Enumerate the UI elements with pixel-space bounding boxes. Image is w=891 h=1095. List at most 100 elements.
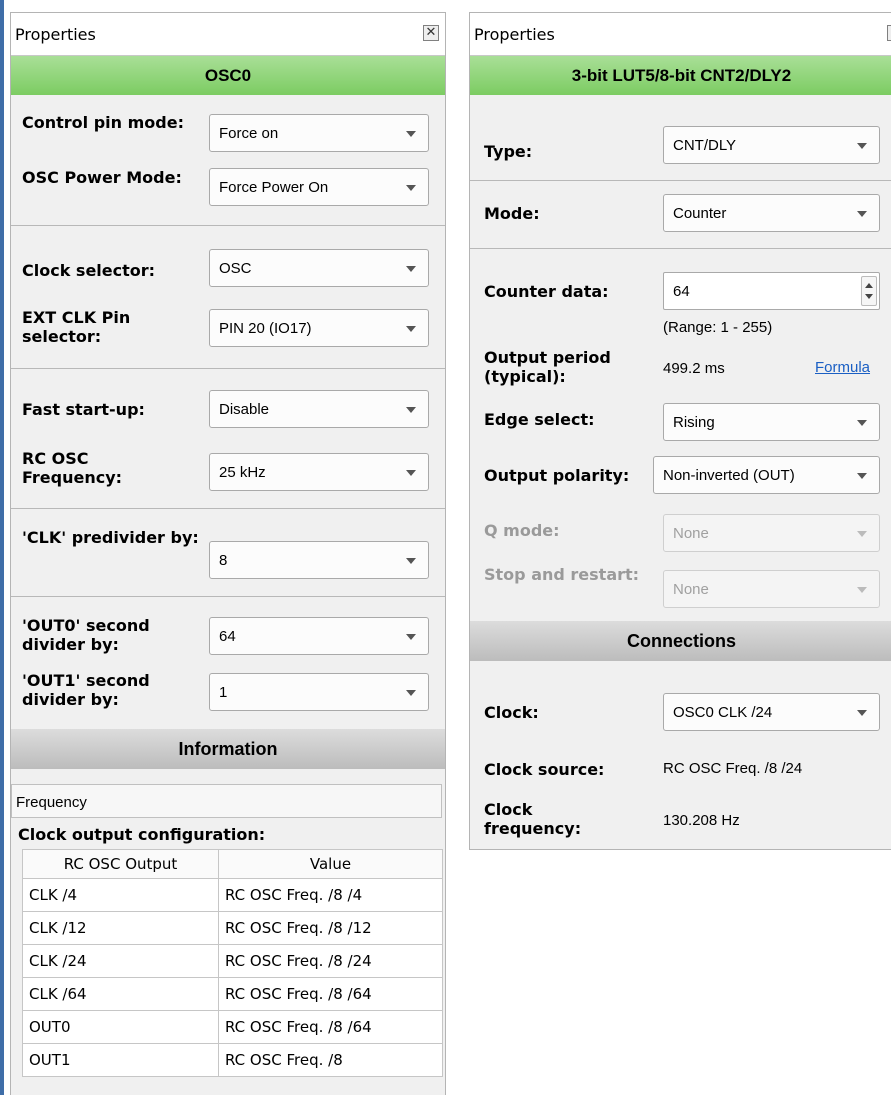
clock-frequency-value: 130.208 Hz [663,812,740,829]
out1-divider-dropdown[interactable]: 1 [209,673,429,711]
table-cell: RC OSC Freq. /8 /24 [218,944,443,978]
dropdown-value: Non-inverted (OUT) [663,467,795,484]
table-cell: OUT1 [22,1043,219,1077]
output-period-value: 499.2 ms [663,360,725,377]
table-cell: RC OSC Freq. /8 [218,1043,443,1077]
section-divider [11,596,445,597]
dropdown-value: Disable [219,401,270,418]
control-pin-mode-label: Control pin mode: [22,113,184,132]
chevron-down-icon[interactable] [865,294,873,299]
out0-divider-label: 'OUT0' second divider by: [22,616,150,654]
counter-data-label: Counter data: [484,282,609,301]
clock-label: Clock: [484,703,539,722]
rc-osc-frequency-dropdown[interactable]: 25 kHz [209,453,429,491]
dropdown-value: Force on [219,125,279,142]
dropdown-value: None [673,525,709,542]
q-mode-label: Q mode: [484,521,560,540]
dropdown-value: Counter [673,205,727,222]
output-period-label: Output period (typical): [484,348,611,386]
table-cell: CLK /12 [22,911,219,945]
q-mode-dropdown: None [663,514,880,552]
type-dropdown[interactable]: CNT/DLY [663,126,880,164]
fast-startup-dropdown[interactable]: Disable [209,390,429,428]
mode-dropdown[interactable]: Counter [663,194,880,232]
control-pin-mode-dropdown[interactable]: Force on [209,114,429,152]
chevron-down-icon [406,558,416,564]
chevron-down-icon [406,266,416,272]
clk-predivider-label: 'CLK' predivider by: [22,528,199,547]
out1-divider-label: 'OUT1' second divider by: [22,671,150,709]
stepper-value: 64 [673,283,690,300]
formula-link[interactable]: Formula [815,359,870,376]
clock-selector-label: Clock selector: [22,261,156,280]
table-cell: RC OSC Freq. /8 /12 [218,911,443,945]
table-cell: RC OSC Freq. /8 /4 [218,878,443,912]
table-row: CLK /64 RC OSC Freq. /8 /64 [22,977,443,1011]
chevron-up-icon[interactable] [865,283,873,288]
edge-select-label: Edge select: [484,410,595,429]
table-cell: CLK /24 [22,944,219,978]
window-edge [0,0,4,1095]
dropdown-value: 25 kHz [219,464,266,481]
clock-selector-dropdown[interactable]: OSC [209,249,429,287]
edge-select-dropdown[interactable]: Rising [663,403,880,441]
counter-data-stepper[interactable]: 64 [663,272,880,310]
chevron-down-icon [406,634,416,640]
table-cell: RC OSC Freq. /8 /64 [218,977,443,1011]
output-polarity-label: Output polarity: [484,466,630,485]
table-header-cell: RC OSC Output [22,849,219,879]
panel-title-bar: Properties ✕ [470,13,891,56]
section-divider [11,368,445,369]
clock-source-value: RC OSC Freq. /8 /24 [663,760,803,777]
dropdown-value: 1 [219,684,228,701]
stop-restart-dropdown: None [663,570,880,608]
clk-predivider-dropdown[interactable]: 8 [209,541,429,579]
dropdown-value: OSC [219,260,252,277]
clock-output-table: RC OSC Output Value CLK /4 RC OSC Freq. … [22,849,443,1077]
dropdown-value: Rising [673,414,715,431]
clock-output-config-title: Clock output configuration: [18,825,266,844]
chevron-down-icon [857,420,867,426]
stop-restart-label: Stop and restart: [484,565,640,584]
chevron-down-icon [406,185,416,191]
panel-title: Properties [474,25,555,44]
block-header: OSC0 [11,56,445,95]
table-cell: RC OSC Freq. /8 /64 [218,1010,443,1044]
chevron-down-icon [857,473,867,479]
cnt-dly-properties-panel: Properties ✕ 3-bit LUT5/8-bit CNT2/DLY2 … [469,12,891,850]
panel-title: Properties [15,25,96,44]
rc-osc-frequency-label: RC OSC Frequency: [22,449,123,487]
clock-dropdown[interactable]: OSC0 CLK /24 [663,693,880,731]
close-icon[interactable]: ✕ [423,25,439,41]
chevron-down-icon [857,710,867,716]
osc-power-mode-dropdown[interactable]: Force Power On [209,168,429,206]
chevron-down-icon [406,470,416,476]
clock-frequency-label: Clock frequency: [484,800,582,838]
table-row: OUT1 RC OSC Freq. /8 [22,1043,443,1077]
out0-divider-dropdown[interactable]: 64 [209,617,429,655]
connections-header: Connections [470,621,891,661]
osc-power-mode-label: OSC Power Mode: [22,168,182,187]
chevron-down-icon [857,211,867,217]
table-header-row: RC OSC Output Value [22,849,443,879]
frequency-section-tab[interactable]: Frequency [11,784,442,818]
dropdown-value: CNT/DLY [673,137,737,154]
table-cell: CLK /4 [22,878,219,912]
chevron-down-icon [406,131,416,137]
table-cell: OUT0 [22,1010,219,1044]
table-row: CLK /4 RC OSC Freq. /8 /4 [22,878,443,912]
dropdown-value: 8 [219,552,228,569]
frequency-label: Frequency [16,794,87,811]
mode-label: Mode: [484,204,540,223]
section-divider [470,180,891,181]
close-icon[interactable]: ✕ [887,25,891,41]
panel-title-bar: Properties ✕ [11,13,445,56]
table-row: CLK /12 RC OSC Freq. /8 /12 [22,911,443,945]
table-cell: CLK /64 [22,977,219,1011]
table-row: OUT0 RC OSC Freq. /8 /64 [22,1010,443,1044]
output-polarity-dropdown[interactable]: Non-inverted (OUT) [653,456,880,494]
ext-clk-pin-dropdown[interactable]: PIN 20 (IO17) [209,309,429,347]
stepper-buttons[interactable] [861,276,877,306]
table-header-cell: Value [218,849,443,879]
section-divider [11,225,445,226]
